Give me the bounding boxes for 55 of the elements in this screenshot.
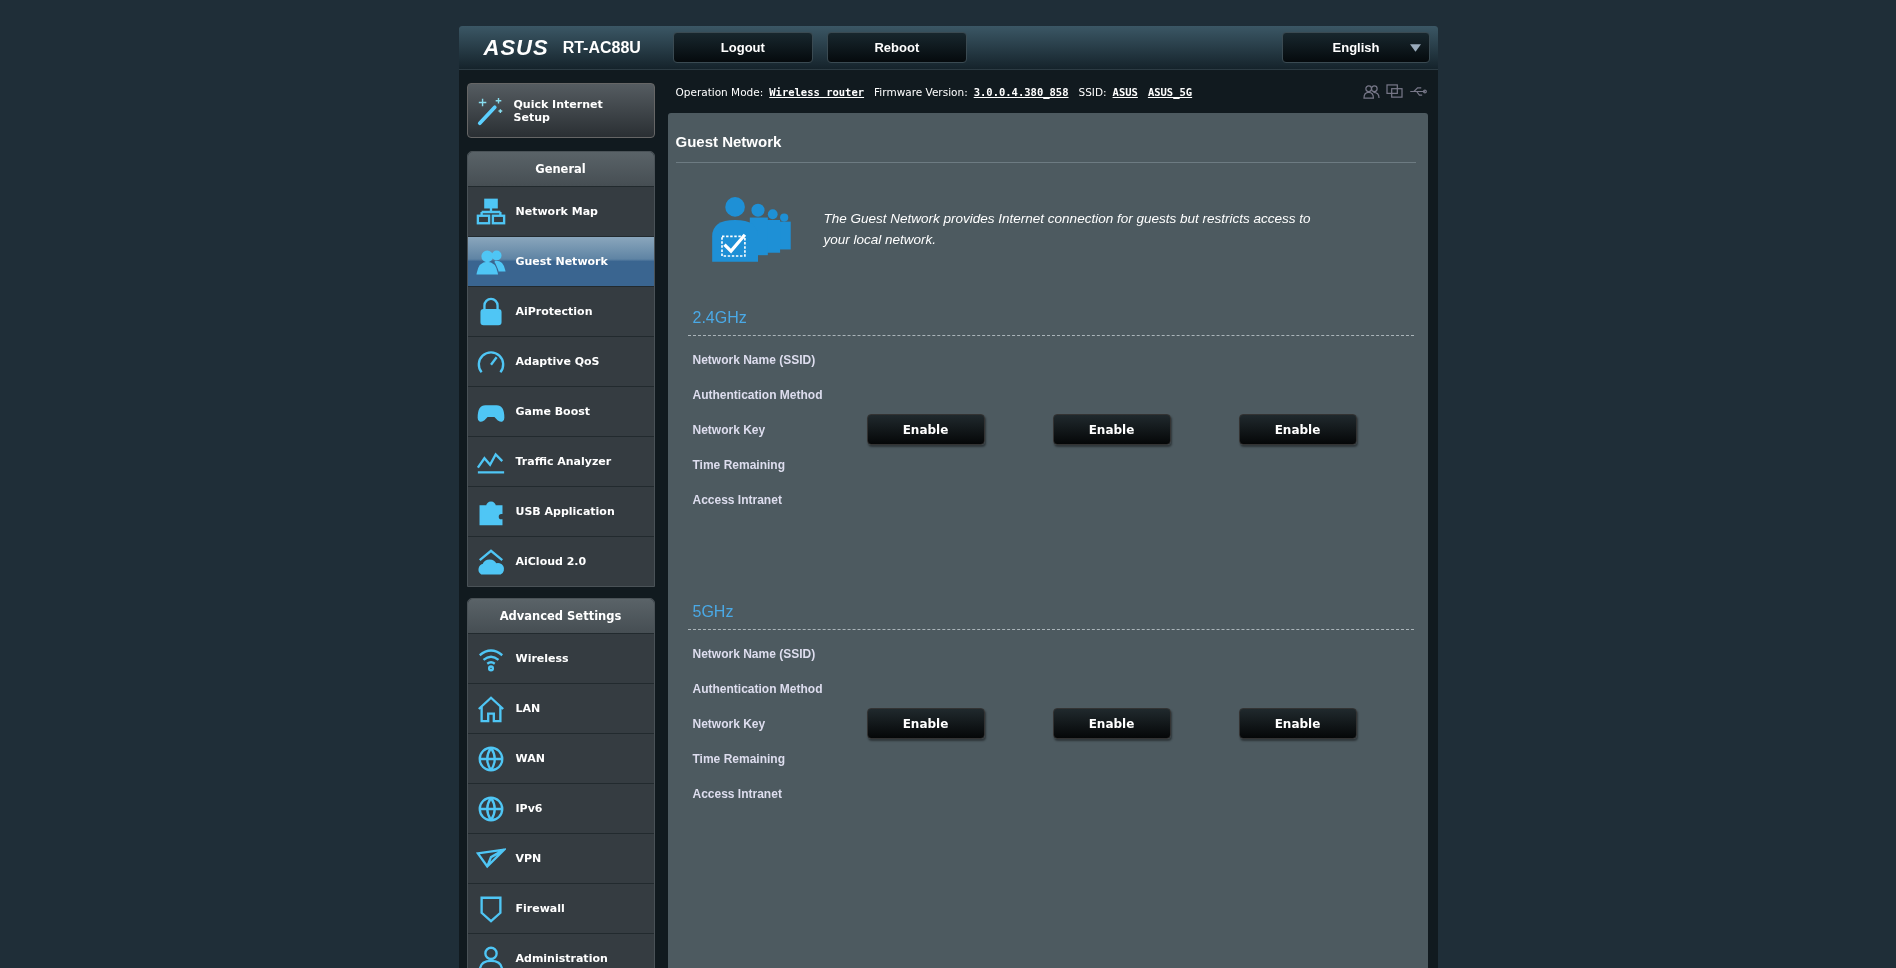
field-label: Time Remaining xyxy=(692,457,786,474)
menu-item[interactable]: Adaptive QoS xyxy=(467,336,654,386)
band-heading: 2.4GHz xyxy=(687,309,1414,336)
status-label: SSID: xyxy=(1078,85,1107,98)
enable-button[interactable]: Enable xyxy=(866,708,985,739)
menu-item[interactable]: Guest Network xyxy=(467,236,654,286)
menu-item[interactable]: IPv6 xyxy=(467,783,654,833)
field-label: Authentication Method xyxy=(692,681,824,698)
enable-button[interactable]: Enable xyxy=(866,414,985,445)
header-button[interactable]: Reboot xyxy=(826,32,967,63)
field-label: Authentication Method xyxy=(692,387,824,404)
field-label: Network Name (SSID) xyxy=(692,646,817,663)
status-link[interactable]: 3.0.0.4.380_858 xyxy=(973,85,1069,98)
field-label: Access Intranet xyxy=(692,492,783,509)
menu-item[interactable]: Game Boost xyxy=(467,386,654,436)
menu-item[interactable]: Traffic Analyzer xyxy=(467,436,654,486)
caret-icon xyxy=(1409,43,1421,52)
quick-setup-button[interactable]: Quick Internet Setup xyxy=(466,83,655,138)
usb-icon xyxy=(1408,86,1428,97)
enable-button[interactable]: Enable xyxy=(1052,708,1171,739)
menu-item[interactable]: Network Map xyxy=(467,186,654,236)
network-icon xyxy=(475,196,506,227)
menu-item[interactable]: AiProtection xyxy=(467,286,654,336)
people-icon xyxy=(1362,84,1380,99)
field-label: Network Key xyxy=(692,716,767,733)
menu-item[interactable]: Administration xyxy=(467,933,654,968)
field-label: Time Remaining xyxy=(692,751,786,768)
menu-item[interactable]: VPN xyxy=(467,833,654,883)
status-link[interactable]: ASUS_5G xyxy=(1147,85,1193,98)
enable-button[interactable]: Enable xyxy=(1052,414,1171,445)
enable-button[interactable]: Enable xyxy=(1238,414,1357,445)
menu-item[interactable]: Wireless xyxy=(467,633,654,683)
header-button[interactable]: Logout xyxy=(672,32,813,63)
windows-icon xyxy=(1385,84,1403,99)
menu-item[interactable]: LAN xyxy=(467,683,654,733)
description-text: The Guest Network provides Internet connection for guests but restricts access to your local network. xyxy=(823,210,1312,249)
menu-item[interactable]: Firewall xyxy=(467,883,654,933)
menu-item[interactable]: WAN xyxy=(467,733,654,783)
status-label: Operation Mode: xyxy=(675,85,764,98)
field-label: Network Name (SSID) xyxy=(692,352,817,369)
model-name: RT-AC88U xyxy=(562,38,641,57)
menu-section-heading: General xyxy=(467,152,654,186)
status-link[interactable]: ASUS xyxy=(1112,85,1138,98)
menu-section-heading: Advanced Settings xyxy=(467,599,654,633)
language-dropdown[interactable]: English xyxy=(1281,32,1430,63)
status-link[interactable]: Wireless router xyxy=(769,85,865,98)
band-heading: 5GHz xyxy=(687,603,1414,630)
menu-item[interactable]: AiCloud 2.0 xyxy=(467,536,654,586)
brand-logo: ASUS xyxy=(483,34,549,61)
field-label: Network Key xyxy=(692,422,767,439)
page-title: Guest Network xyxy=(675,133,1416,163)
status-label: Firmware Version: xyxy=(874,85,968,98)
field-label: Access Intranet xyxy=(692,786,783,803)
menu-item[interactable]: USB Application xyxy=(467,486,654,536)
enable-button[interactable]: Enable xyxy=(1238,708,1357,739)
